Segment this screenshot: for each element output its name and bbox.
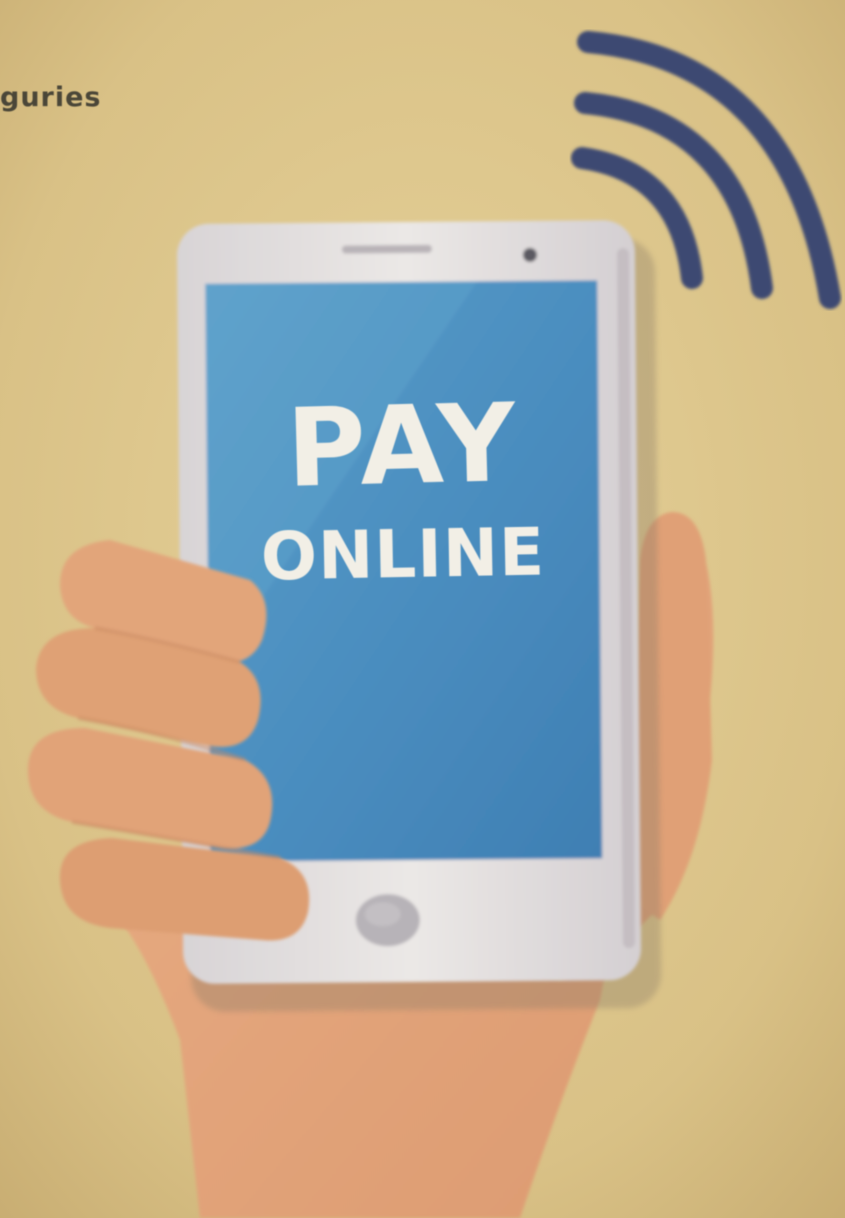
corner-text: guries: [0, 82, 102, 113]
screen-text-online: ONLINE: [260, 513, 546, 596]
illustration-canvas: [0, 0, 845, 1218]
speaker-grille: [341, 244, 432, 254]
front-camera: [522, 247, 537, 262]
screen-text-pay: PAY: [285, 380, 521, 513]
pay-online-illustration: guries PAY ONLINE: [0, 0, 845, 1218]
